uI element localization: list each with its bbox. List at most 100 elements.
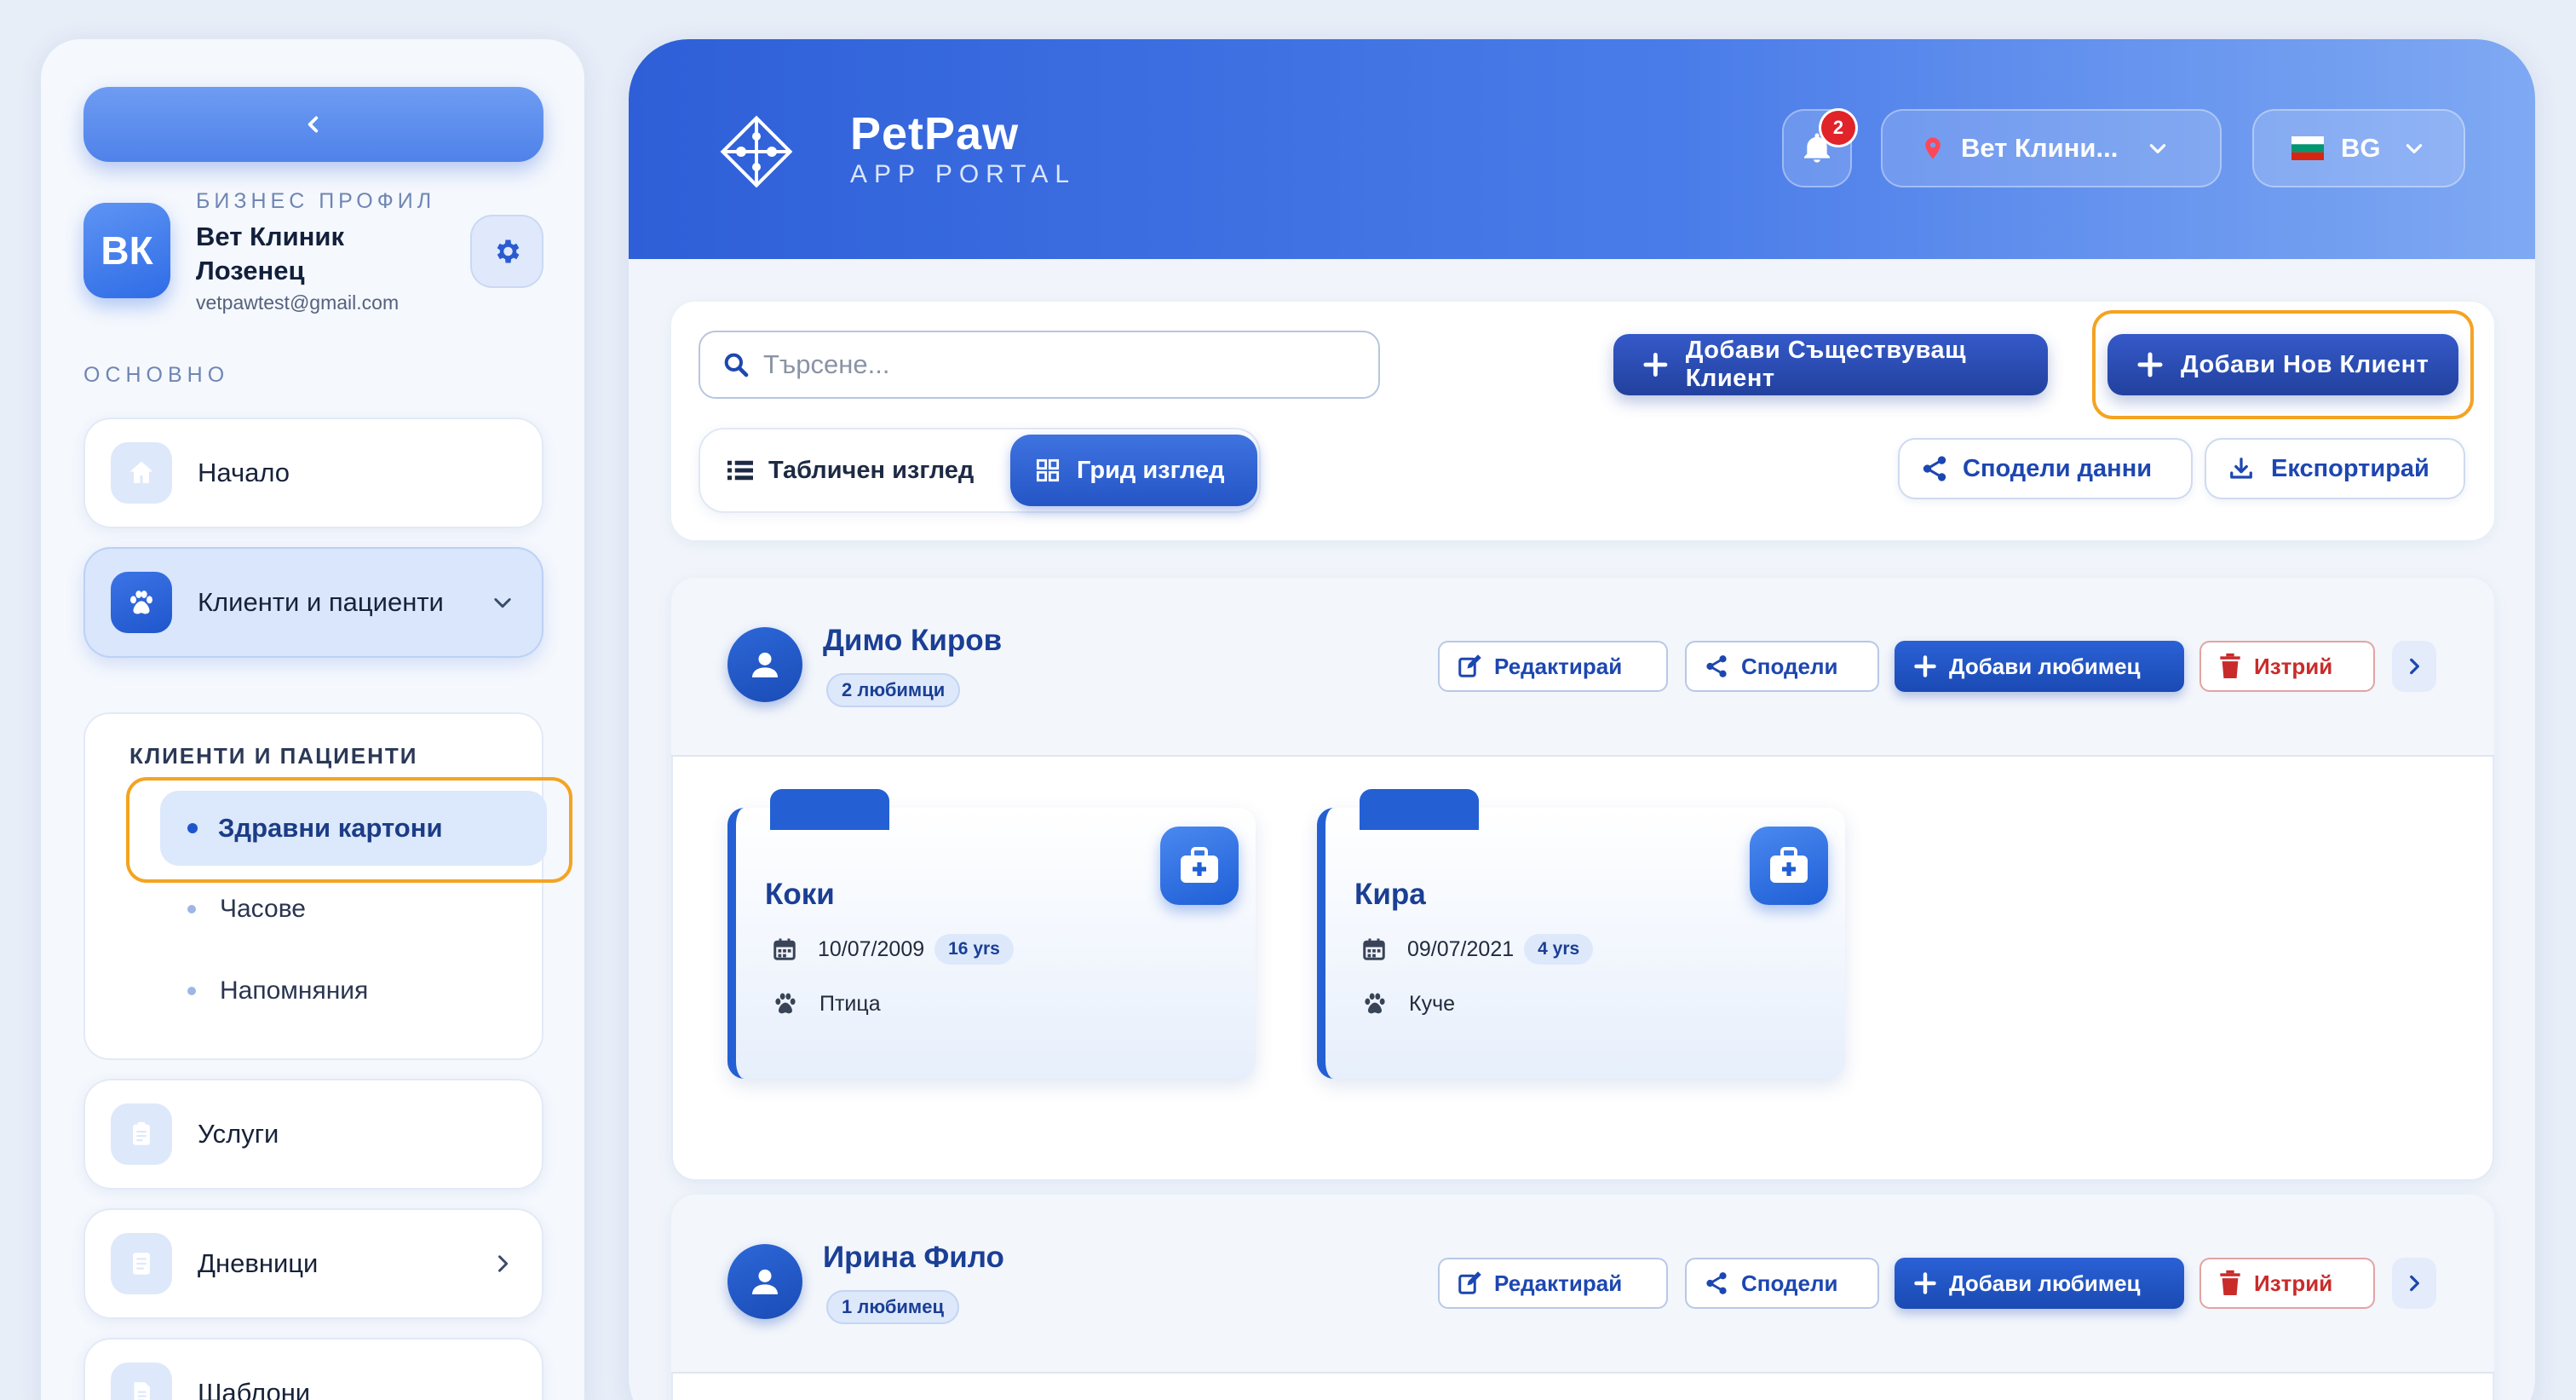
sidebar-item-templates[interactable]: Шаблони: [83, 1338, 543, 1400]
chevron-right-icon: [498, 1255, 509, 1272]
pet-card-tab: [770, 789, 889, 830]
user-avatar-icon: [727, 1244, 802, 1319]
clinic-selector-label: Вет Клини...: [1961, 133, 2119, 163]
edit-label: Редактирай: [1494, 653, 1623, 679]
pet-card[interactable]: Кира 09/07/2021 4 yrs Куче: [1317, 789, 1845, 1079]
share-data-label: Сподели данни: [1963, 454, 2153, 482]
bullet-icon: [187, 905, 196, 913]
pet-birthdate-row: 10/07/2009 16 yrs: [772, 934, 1014, 965]
plus-icon: [1914, 1272, 1936, 1294]
client-card: Ирина Фило 1 любимец Редактирай Сподели …: [671, 1195, 2494, 1400]
sidebar-item-services[interactable]: Услуги: [83, 1079, 543, 1190]
pet-name: Кира: [1354, 878, 1426, 911]
grid-view-label: Грид изглед: [1077, 456, 1225, 484]
edit-label: Редактирай: [1494, 1270, 1623, 1296]
add-existing-client-button[interactable]: Добави Съществуващ Клиент: [1613, 334, 2048, 395]
edit-client-button[interactable]: Редактирай: [1438, 1258, 1668, 1309]
settings-button[interactable]: [470, 215, 543, 288]
highlight-frame: [2092, 310, 2474, 419]
app-subtitle: APP PORTAL: [850, 160, 1077, 188]
pet-card-tab: [1360, 789, 1479, 830]
sidebar-item-label: Клиенти и пациенти: [198, 587, 444, 617]
sidebar-item-journals[interactable]: Дневници: [83, 1208, 543, 1319]
pet-birthdate-row: 09/07/2021 4 yrs: [1361, 934, 1594, 965]
pet-birthdate: 10/07/2009: [818, 936, 925, 961]
notifications-button[interactable]: 2: [1782, 109, 1855, 187]
expand-client-button[interactable]: [2392, 641, 2436, 692]
chevron-down-icon: [2406, 144, 2422, 153]
add-existing-client-label: Добави Съществуващ Клиент: [1685, 337, 1967, 392]
delete-client-button[interactable]: Изтрий: [2199, 641, 2375, 692]
section-label-main: ОСНОВНО: [83, 363, 230, 387]
add-pet-label: Добави любимец: [1949, 653, 2141, 679]
pet-species-row: Птица: [772, 990, 881, 1017]
petpaw-logo-icon: [707, 102, 806, 201]
client-name[interactable]: Ирина Фило: [823, 1241, 1004, 1275]
bullet-icon: [187, 987, 196, 995]
sidebar-item-label: Дневници: [198, 1248, 319, 1278]
sidebar-item-clients[interactable]: Клиенти и пациенти: [83, 547, 543, 658]
sidebar-item-label: Начало: [198, 458, 290, 487]
paw-icon: [775, 993, 796, 1014]
clipboard-icon: [111, 1103, 172, 1165]
template-icon: [111, 1363, 172, 1400]
sidebar-item-home[interactable]: Начало: [83, 418, 543, 528]
client-name[interactable]: Димо Киров: [823, 624, 1002, 658]
share-data-button[interactable]: Сподели данни: [1898, 438, 2193, 499]
language-selector[interactable]: BG: [2252, 109, 2465, 187]
chevron-down-icon: [2150, 144, 2166, 153]
calendar-icon: [773, 938, 796, 960]
share-icon: [1706, 1272, 1727, 1294]
submenu-item-label: Часове: [220, 895, 306, 923]
export-label: Експортирай: [2271, 454, 2429, 482]
medical-kit-icon[interactable]: [1750, 827, 1828, 905]
chevron-down-icon: [494, 598, 511, 608]
trash-icon: [2220, 653, 2240, 678]
app-name: PetPaw: [850, 108, 1020, 159]
app-header: PetPaw APP PORTAL 2 Вет Клини... BG: [629, 39, 2535, 259]
grid-view-button[interactable]: Грид изглед: [1010, 435, 1257, 506]
business-email: vetpawtest@gmail.com: [196, 291, 400, 314]
sidebar-item-label: Услуги: [198, 1119, 279, 1149]
expand-client-button[interactable]: [2392, 1258, 2436, 1309]
chevron-right-icon: [2410, 658, 2419, 675]
clinic-selector[interactable]: Вет Клини...: [1881, 109, 2222, 187]
edit-client-button[interactable]: Редактирай: [1438, 641, 1668, 692]
sidebar: ВК БИЗНЕС ПРОФИЛ Вет Клиник Лозенец vetp…: [41, 39, 584, 1400]
submenu-item-appointments[interactable]: Часове: [187, 895, 306, 924]
share-label: Сподели: [1741, 653, 1838, 679]
delete-client-button[interactable]: Изтрий: [2199, 1258, 2375, 1309]
search-input[interactable]: [763, 349, 1360, 380]
add-pet-button[interactable]: Добави любимец: [1895, 641, 2184, 692]
share-client-button[interactable]: Сподели: [1685, 641, 1879, 692]
paw-icon: [111, 572, 172, 633]
main-content: PetPaw APP PORTAL 2 Вет Клини... BG Табл…: [629, 39, 2535, 1400]
table-view-button[interactable]: Табличен изглед: [727, 440, 974, 501]
sidebar-item-label: Шаблони: [198, 1378, 311, 1400]
bulgaria-flag-icon: [2291, 136, 2324, 160]
pet-age-badge: 4 yrs: [1524, 934, 1594, 965]
add-pet-label: Добави любимец: [1949, 1270, 2141, 1296]
search-box[interactable]: [699, 331, 1380, 399]
add-pet-button[interactable]: Добави любимец: [1895, 1258, 2184, 1309]
search-icon: [724, 353, 749, 377]
submenu-item-reminders[interactable]: Напомняния: [187, 977, 368, 1005]
pet-species: Птица: [819, 991, 881, 1016]
paw-icon: [1365, 993, 1385, 1014]
pet-card[interactable]: Коки 10/07/2009 16 yrs Птица: [727, 789, 1256, 1079]
export-button[interactable]: Експортирай: [2205, 438, 2465, 499]
grid-icon: [1036, 458, 1060, 482]
journal-icon: [111, 1233, 172, 1294]
table-view-label: Табличен изглед: [768, 456, 975, 484]
submenu-item-label: Напомняния: [220, 977, 369, 1005]
delete-label: Изтрий: [2254, 653, 2333, 679]
share-client-button[interactable]: Сподели: [1685, 1258, 1879, 1309]
collapse-sidebar-button[interactable]: [83, 87, 543, 162]
highlight-frame: [126, 777, 572, 883]
medical-kit-icon[interactable]: [1160, 827, 1239, 905]
edit-icon: [1458, 1271, 1481, 1294]
notification-count-badge: 2: [1821, 111, 1855, 145]
user-avatar-icon: [727, 627, 802, 702]
pet-species: Куче: [1409, 991, 1455, 1016]
trash-icon: [2220, 1270, 2240, 1295]
